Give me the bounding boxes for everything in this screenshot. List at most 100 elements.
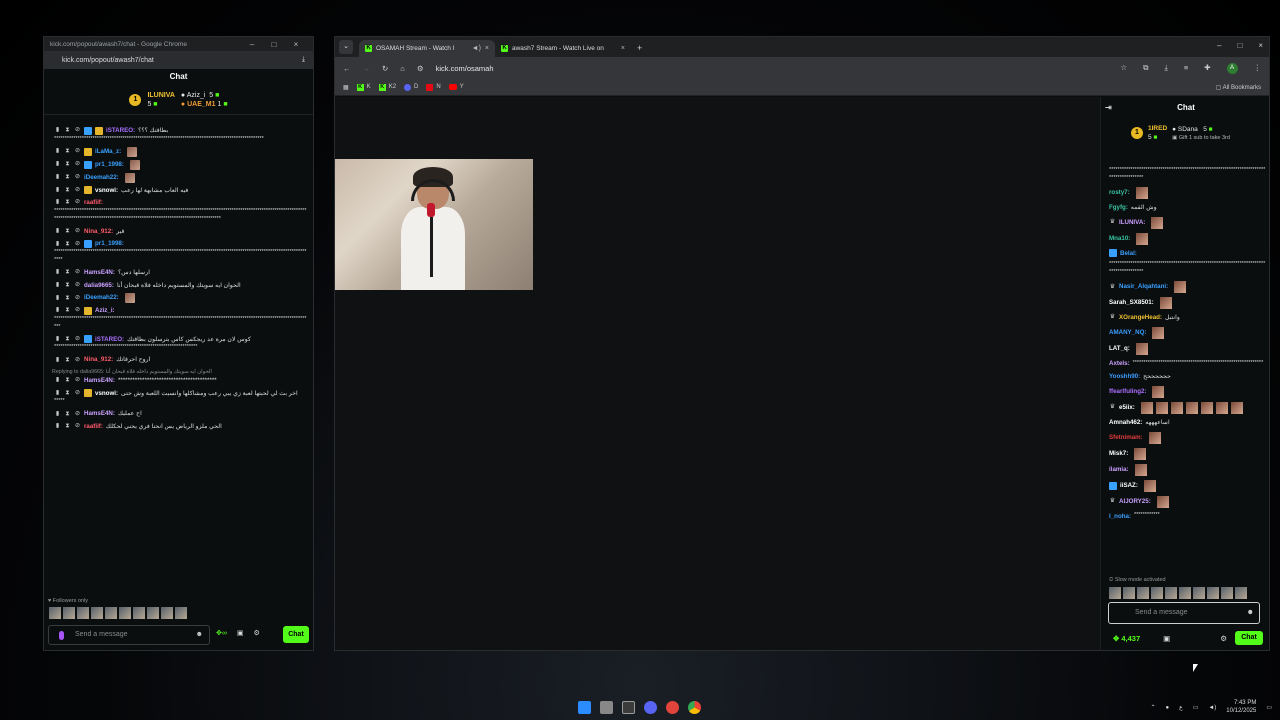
emote[interactable] (1123, 587, 1135, 599)
tab-osamah[interactable]: K OSAMAH Stream - Watch l ◄) × (359, 40, 495, 57)
ban-icon[interactable]: ⊘ (74, 390, 81, 397)
language-icon[interactable]: ع (1179, 704, 1183, 711)
chat-username[interactable]: Sarah_SX8501: (1109, 298, 1154, 308)
tab-close-icon[interactable]: × (621, 45, 625, 52)
timeout-icon[interactable]: ⧗ (64, 241, 71, 248)
chat-username[interactable]: Sfetnimam: (1109, 433, 1143, 443)
timeout-icon[interactable]: ⧗ (64, 148, 71, 155)
trash-icon[interactable]: ▮ (54, 307, 61, 314)
close-icon[interactable]: × (285, 40, 307, 49)
trash-icon[interactable]: ▮ (54, 228, 61, 235)
trash-icon[interactable]: ▮ (54, 161, 61, 168)
emote[interactable] (91, 607, 103, 619)
close-icon[interactable]: × (1258, 41, 1263, 50)
chat-username[interactable]: iSTAREO: (95, 335, 124, 345)
minimize-icon[interactable]: – (241, 40, 263, 49)
ban-icon[interactable]: ⊘ (74, 199, 81, 206)
leader-user-3[interactable]: UAE_M1 (187, 101, 215, 108)
timeout-icon[interactable]: ⧗ (64, 423, 71, 430)
leader-user-2[interactable]: SDana (1178, 126, 1198, 133)
settings-gear-icon[interactable]: ⚙ (253, 629, 259, 637)
chat-username[interactable]: ilamia: (1109, 465, 1129, 475)
trash-icon[interactable]: ▮ (54, 295, 61, 302)
emote[interactable] (1235, 587, 1247, 599)
emote[interactable] (49, 607, 61, 619)
tray-chevron-icon[interactable]: ⌃ (1150, 704, 1155, 711)
emote[interactable] (77, 607, 89, 619)
popout-address-bar[interactable]: kick.com/popout/awash7/chat ⤓ (44, 51, 313, 69)
bookmark-d[interactable]: D (404, 83, 418, 91)
bookmark-y[interactable]: Y (448, 84, 464, 90)
emoji-icon[interactable]: ☻ (196, 631, 203, 638)
emote[interactable] (1165, 587, 1177, 599)
download-icon[interactable]: ⤓ (302, 56, 305, 64)
extensions-icon[interactable]: ⧉ (1143, 63, 1148, 74)
chat-username[interactable]: rosty7: (1109, 188, 1130, 198)
chat-username[interactable]: e5iix: (1119, 403, 1135, 413)
channel-points[interactable]: ✥ 4,437 (1113, 634, 1163, 643)
ban-icon[interactable]: ⊘ (74, 423, 81, 430)
collapse-chat-icon[interactable]: ⇥ (1105, 97, 1112, 119)
leader-user-1[interactable]: ILUNIVA (147, 92, 174, 99)
stream-message-input[interactable]: Send a message ☻ (1108, 602, 1260, 624)
trash-icon[interactable]: ▮ (54, 269, 61, 276)
reply-context[interactable]: Replying to dalia9665: الحوان ايه سويتك … (50, 368, 308, 376)
emote[interactable] (1179, 587, 1191, 599)
chat-username[interactable]: Mna10: (1109, 234, 1130, 244)
emote[interactable] (1109, 587, 1121, 599)
trash-icon[interactable]: ▮ (54, 377, 61, 384)
ban-icon[interactable]: ⊘ (74, 336, 81, 343)
emote[interactable] (1137, 587, 1149, 599)
gift-icon[interactable]: ▣ (237, 629, 244, 637)
trash-icon[interactable]: ▮ (54, 411, 61, 418)
timeout-icon[interactable]: ⧗ (64, 377, 71, 384)
tray-app-icon[interactable]: ● (1165, 705, 1169, 711)
emote[interactable] (133, 607, 145, 619)
trash-icon[interactable]: ▮ (54, 390, 61, 397)
chat-username[interactable]: iSTAREO: (106, 126, 135, 136)
media-icon[interactable]: ≡ (1184, 63, 1188, 74)
chat-username[interactable]: vsnowi: (95, 389, 118, 399)
maximize-icon[interactable]: □ (1237, 41, 1242, 50)
timeout-icon[interactable]: ⧗ (64, 282, 71, 289)
discord-icon[interactable] (644, 701, 657, 714)
trash-icon[interactable]: ▮ (54, 241, 61, 248)
download-icon[interactable]: ⤓ (1164, 63, 1167, 74)
trash-icon[interactable]: ▮ (54, 187, 61, 194)
ban-icon[interactable]: ⊘ (74, 282, 81, 289)
network-icon[interactable]: ▭ (1193, 704, 1199, 711)
popout-chat-button[interactable]: Chat (283, 626, 309, 643)
emote[interactable] (1207, 587, 1219, 599)
ban-icon[interactable]: ⊘ (74, 307, 81, 314)
mic-icon[interactable] (59, 631, 64, 640)
chat-username[interactable]: ILUNIVA: (1119, 218, 1145, 228)
home-icon[interactable]: ⌂ (400, 64, 405, 73)
chat-username[interactable]: HamsE4N: (84, 409, 115, 419)
chat-username[interactable]: iDeemah22: (84, 293, 119, 303)
chat-username[interactable]: ffearlfuling2: (1109, 387, 1146, 397)
start-icon[interactable] (578, 701, 591, 714)
emote[interactable] (1151, 587, 1163, 599)
maximize-icon[interactable]: □ (263, 40, 285, 49)
bookmark-k2[interactable]: K K2 (378, 83, 396, 91)
chat-username[interactable]: Nina_912: (84, 227, 113, 237)
ban-icon[interactable]: ⊘ (74, 174, 81, 181)
trash-icon[interactable]: ▮ (54, 336, 61, 343)
chat-username[interactable]: Axtels: (1109, 359, 1130, 369)
puzzle-icon[interactable]: ✚ (1204, 63, 1210, 74)
trash-icon[interactable]: ▮ (54, 357, 61, 364)
ban-icon[interactable]: ⊘ (74, 228, 81, 235)
ban-icon[interactable]: ⊘ (74, 187, 81, 194)
tab-awash7[interactable]: K awash7 Stream - Watch Live on × (495, 40, 631, 57)
emote[interactable] (63, 607, 75, 619)
chat-username[interactable]: iiSAZ: (1120, 481, 1138, 491)
stream-chat-button[interactable]: Chat (1235, 631, 1263, 645)
leader-user-2[interactable]: Aziz_i (187, 92, 206, 99)
trash-icon[interactable]: ▮ (54, 282, 61, 289)
forward-icon[interactable]: → (363, 64, 371, 73)
settings-gear-icon[interactable]: ⚙ (1220, 634, 1227, 643)
more-menu-icon[interactable]: ⋮ (1254, 63, 1262, 74)
trash-icon[interactable]: ▮ (54, 127, 61, 134)
timeout-icon[interactable]: ⧗ (64, 187, 71, 194)
ban-icon[interactable]: ⊘ (74, 411, 81, 418)
